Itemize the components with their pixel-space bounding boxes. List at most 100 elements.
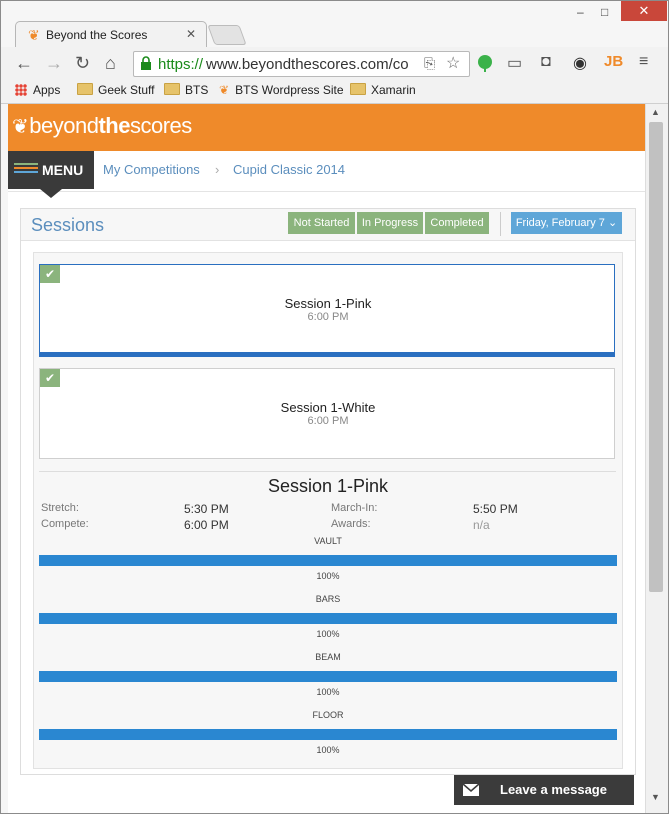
sessions-panel: Sessions Not Started In Progress Complet… xyxy=(20,208,636,775)
chat-label: Leave a message xyxy=(500,782,607,797)
session-card-white[interactable]: ✔ Session 1-White 6:00 PM xyxy=(39,368,615,459)
bookmark-apps[interactable]: Apps xyxy=(15,83,60,97)
event-progress-label: 100% xyxy=(316,571,340,581)
scrollbar[interactable]: ▲ ▼ xyxy=(645,104,668,813)
date-dropdown[interactable]: Friday, February 7 ⌄ xyxy=(511,212,622,234)
event-name: VAULT xyxy=(314,536,342,546)
bookmark-label: BTS Wordpress Site xyxy=(235,83,344,97)
check-icon: ✔ xyxy=(40,265,60,283)
event-name: FLOOR xyxy=(312,710,344,720)
flame-icon: ❦ xyxy=(12,116,29,138)
bookmark-label: Geek Stuff xyxy=(98,83,155,97)
reload-icon[interactable]: ↻ xyxy=(75,53,90,74)
nav-row: MENU My Competitions › Cupid Classic 201… xyxy=(8,151,645,198)
event-progress-bar xyxy=(39,671,617,682)
chrome-menu-icon[interactable]: ≡ xyxy=(639,53,648,71)
sessions-list: ✔ Session 1-Pink 6:00 PM ✔ Session 1-Whi… xyxy=(33,252,623,769)
evernote-icon[interactable] xyxy=(477,54,493,72)
divider xyxy=(500,212,501,236)
url-scheme: https:// xyxy=(158,56,204,73)
browser-tab[interactable]: ❦ Beyond the Scores ✕ xyxy=(15,21,207,48)
menu-lines-icon xyxy=(14,163,38,175)
back-icon[interactable]: ← xyxy=(15,53,33,74)
forward-icon[interactable]: → xyxy=(45,53,63,74)
folder-icon xyxy=(350,83,366,95)
flame-icon: ❦ xyxy=(28,27,40,43)
maximize-icon[interactable]: □ xyxy=(601,5,608,19)
site-logo[interactable]: ❦beyondthescores xyxy=(12,113,192,139)
extension-jb-icon[interactable]: JB xyxy=(604,53,623,70)
filter-completed-button[interactable]: Completed xyxy=(425,212,489,234)
session-time: 6:00 PM xyxy=(307,415,349,427)
star-icon[interactable]: ☆ xyxy=(446,53,460,73)
event-progress-label: 100% xyxy=(316,687,340,697)
logo-part: scores xyxy=(129,113,192,138)
minimize-icon[interactable]: – xyxy=(577,5,584,19)
check-icon: ✔ xyxy=(40,369,60,387)
bookmark-label: Xamarin xyxy=(371,83,416,97)
event-progress-fill xyxy=(39,671,617,682)
browser-window: ❦ Beyond the Scores ✕ – □ ✕ ← → ↻ ⌂ http… xyxy=(0,0,669,814)
filter-in-progress-button[interactable]: In Progress xyxy=(357,212,423,234)
cast-icon[interactable]: ▭ xyxy=(507,53,522,73)
bookmark-label: BTS xyxy=(185,83,209,97)
chat-widget[interactable]: Leave a message xyxy=(454,775,634,805)
divider xyxy=(39,471,616,472)
bookmarks-bar: Apps Geek Stuff BTS ❦ BTS Wordpress Site … xyxy=(1,79,668,104)
event-progress-fill xyxy=(39,555,617,566)
page-action-icon[interactable]: ⎘ xyxy=(424,55,435,72)
bookmark-label: Apps xyxy=(33,83,61,97)
breadcrumb-my-competitions[interactable]: My Competitions xyxy=(103,162,200,177)
logo-part: the xyxy=(98,113,130,138)
bookmark-bts[interactable]: BTS xyxy=(164,83,208,97)
tab-title: Beyond the Scores xyxy=(46,28,148,42)
detail-title: Session 1-Pink xyxy=(267,476,389,496)
breadcrumb-separator-icon: › xyxy=(215,162,220,177)
scrollbar-thumb[interactable] xyxy=(649,122,663,592)
scroll-up-icon[interactable]: ▲ xyxy=(651,107,660,117)
event-progress-fill xyxy=(39,613,617,624)
pocket-icon[interactable]: ◘ xyxy=(541,53,551,71)
awards-value: n/a xyxy=(473,518,490,532)
bookmark-geek-stuff[interactable]: Geek Stuff xyxy=(77,83,154,97)
awards-label: Awards: xyxy=(331,518,371,530)
menu-button[interactable]: MENU xyxy=(8,151,94,198)
address-bar[interactable]: https:// www.beyondthescores.com/co ⎘ ☆ xyxy=(133,51,470,77)
window-close-button[interactable]: ✕ xyxy=(621,1,667,21)
envelope-icon xyxy=(462,783,480,796)
apps-grid-icon xyxy=(15,84,27,96)
bookmark-bts-wordpress[interactable]: ❦ BTS Wordpress Site xyxy=(219,83,344,97)
menu-label: MENU xyxy=(42,162,84,178)
bookmark-xamarin[interactable]: Xamarin xyxy=(350,83,416,97)
extension-icon[interactable]: ◉ xyxy=(573,53,587,73)
page-viewport: ❦beyondthescores MENU My Competitions › … xyxy=(8,104,645,813)
lock-icon xyxy=(141,56,151,70)
session-card-pink[interactable]: ✔ Session 1-Pink 6:00 PM xyxy=(39,264,615,357)
session-name: Session 1-Pink xyxy=(284,296,372,311)
close-icon[interactable]: ✕ xyxy=(186,27,196,41)
compete-label: Compete: xyxy=(41,518,89,530)
breadcrumb-cupid-classic[interactable]: Cupid Classic 2014 xyxy=(233,162,345,177)
event-progress-label: 100% xyxy=(316,629,340,639)
event-name: BARS xyxy=(315,594,341,604)
tab-strip: ❦ Beyond the Scores ✕ – □ ✕ xyxy=(1,1,668,48)
sessions-panel-header: Sessions Not Started In Progress Complet… xyxy=(21,209,635,241)
browser-toolbar: ← → ↻ ⌂ https:// www.beyondthescores.com… xyxy=(1,47,668,79)
march-in-value: 5:50 PM xyxy=(473,502,518,516)
folder-icon xyxy=(164,83,180,95)
compete-value: 6:00 PM xyxy=(184,518,229,532)
new-tab-button[interactable] xyxy=(207,25,247,45)
event-name: BEAM xyxy=(315,652,341,662)
date-label: Friday, February 7 xyxy=(515,217,605,229)
event-progress-bar xyxy=(39,555,617,566)
home-icon[interactable]: ⌂ xyxy=(105,53,116,74)
event-progress-bar xyxy=(39,729,617,740)
scroll-down-icon[interactable]: ▼ xyxy=(651,792,660,802)
flame-icon: ❦ xyxy=(219,83,230,97)
page-title: Sessions xyxy=(31,215,105,235)
filter-not-started-button[interactable]: Not Started xyxy=(288,212,355,234)
stretch-label: Stretch: xyxy=(41,502,79,514)
session-time: 6:00 PM xyxy=(307,311,349,323)
march-in-label: March-In: xyxy=(331,502,378,514)
chevron-down-icon: ⌄ xyxy=(607,217,618,229)
